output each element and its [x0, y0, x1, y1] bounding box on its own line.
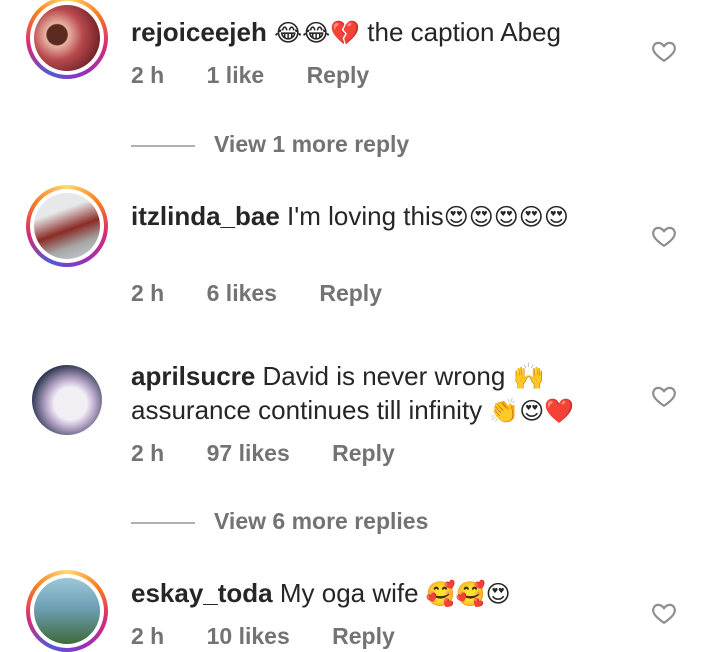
comment-likes[interactable]: 10 likes	[207, 623, 290, 649]
username[interactable]: aprilsucre	[131, 361, 255, 391]
heart-outline-icon[interactable]	[651, 383, 677, 409]
avatar-eskay_toda[interactable]	[26, 570, 108, 652]
view-more-replies[interactable]: View 6 more replies	[131, 508, 428, 535]
comment-emoji: 😍😍😍😍😍	[443, 203, 569, 231]
comment-likes[interactable]: 6 likes	[207, 280, 277, 306]
comment-time: 2 h	[131, 440, 165, 466]
username[interactable]: rejoiceejeh	[131, 17, 267, 47]
heart-outline-icon[interactable]	[651, 223, 677, 249]
comment-text: My oga wife	[272, 578, 426, 608]
comment-emoji: 👏😍❤️	[489, 397, 575, 425]
heart-outline-icon[interactable]	[651, 38, 677, 64]
heart-outline-icon[interactable]	[651, 600, 677, 626]
username[interactable]: itzlinda_bae	[131, 201, 280, 231]
comment-emoji: 😂😂💔	[274, 19, 361, 47]
comment-emoji: 🥰🥰😍	[425, 580, 511, 608]
avatar-itzlinda_bae[interactable]	[26, 185, 108, 267]
comment-text: I'm loving this	[279, 201, 444, 231]
reply-button[interactable]: Reply	[319, 280, 382, 306]
reply-button[interactable]: Reply	[332, 440, 395, 466]
comment-likes[interactable]: 97 likes	[207, 440, 290, 466]
divider-line	[131, 521, 195, 524]
reply-button[interactable]: Reply	[307, 62, 370, 88]
avatar-aprilsucre[interactable]	[26, 359, 108, 441]
reply-button[interactable]: Reply	[332, 623, 395, 649]
comment-time: 2 h	[131, 280, 165, 306]
username[interactable]: eskay_toda	[131, 578, 273, 608]
divider-line	[131, 144, 195, 147]
comment-time: 2 h	[131, 623, 165, 649]
comment-time: 2 h	[131, 62, 165, 88]
comment-text: the caption Abeg	[360, 17, 562, 47]
avatar-rejoiceejeh[interactable]	[26, 0, 108, 79]
comment-likes[interactable]: 1 like	[207, 62, 265, 88]
view-more-replies[interactable]: View 1 more reply	[131, 131, 409, 158]
